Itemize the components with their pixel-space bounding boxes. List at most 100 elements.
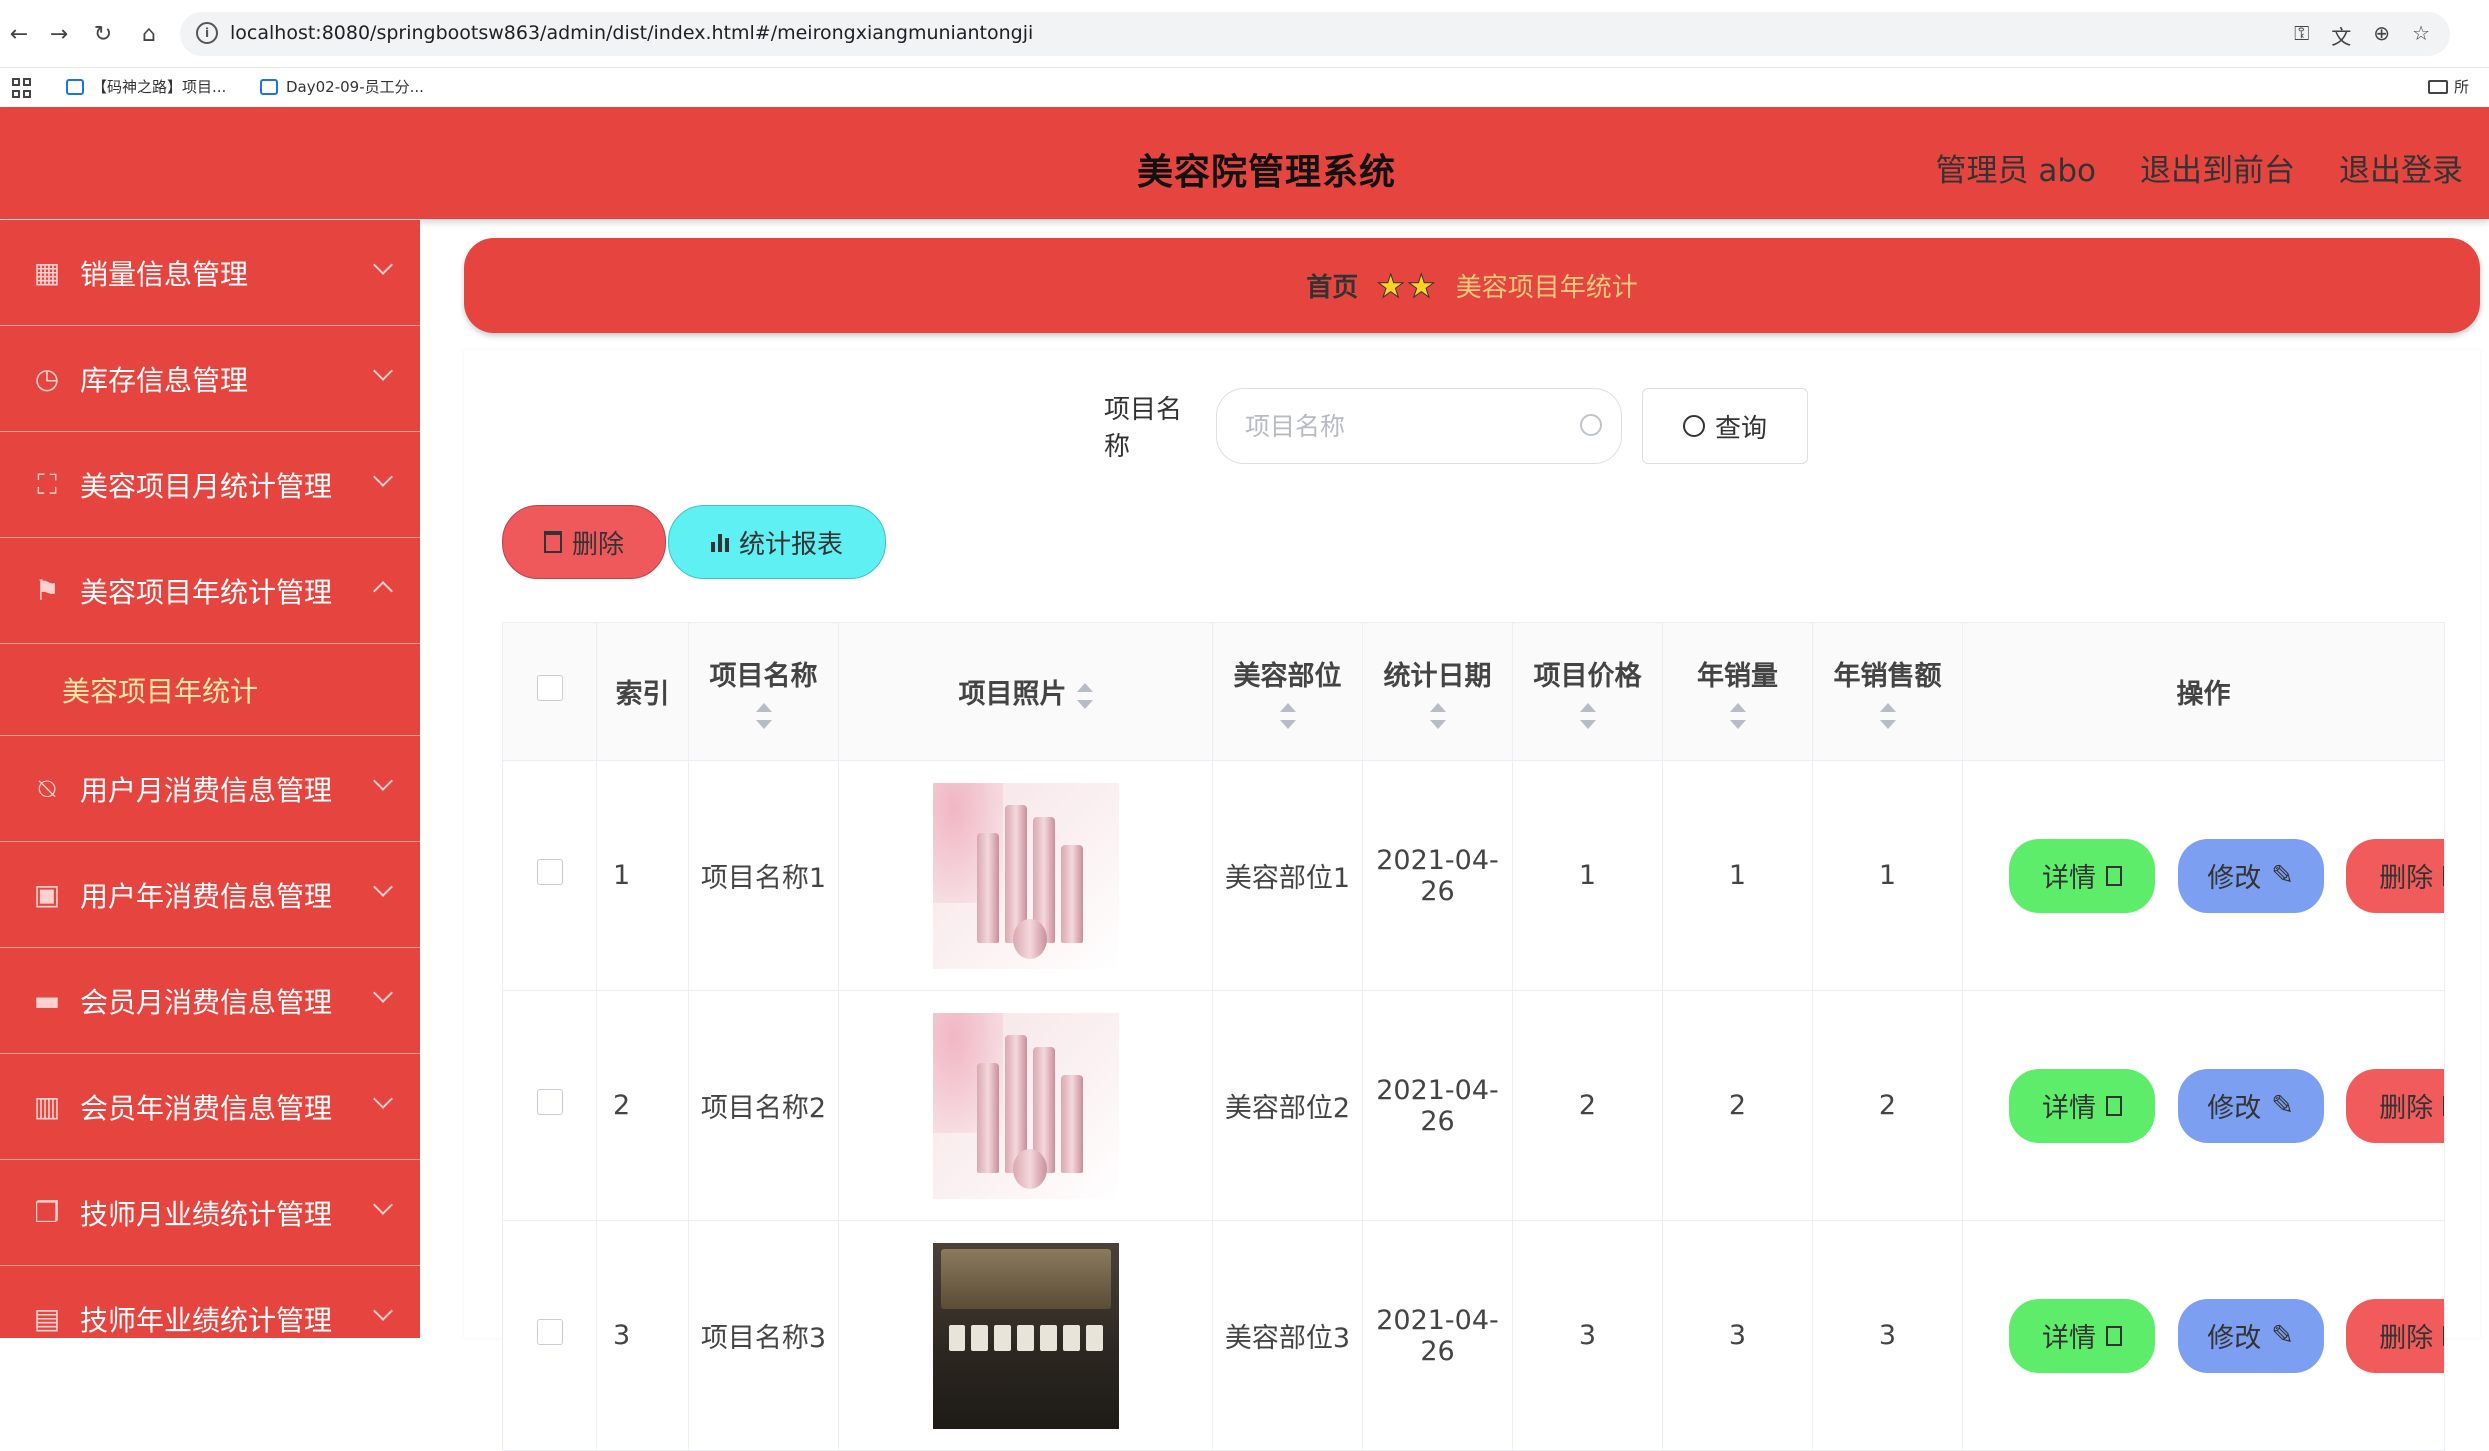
home-icon[interactable]: ⌂ — [134, 20, 164, 50]
product-photo[interactable] — [932, 1012, 1119, 1199]
grid-icon: ▦ — [33, 256, 61, 289]
apps-icon: ▣ — [33, 878, 61, 911]
cell-name: 项目名称3 — [688, 1220, 839, 1451]
column-header-photo[interactable]: 项目照片 — [838, 622, 1213, 761]
cell-photo — [838, 1220, 1213, 1451]
cell-part: 美容部位1 — [1212, 760, 1363, 991]
delete-button[interactable]: 删除 — [2346, 838, 2444, 913]
breadcrumb: 首页 ★★ 美容项目年统计 — [464, 238, 2480, 333]
url-text[interactable]: localhost:8080/springbootsw863/admin/dis… — [230, 22, 1033, 44]
column-header-date[interactable]: 统计日期 — [1362, 622, 1513, 761]
column-header-index: 索引 — [596, 622, 689, 761]
books-icon: ▥ — [33, 1090, 61, 1123]
exit-to-front-link[interactable]: 退出到前台 — [2140, 145, 2295, 190]
bilibili-icon — [66, 78, 84, 95]
search-icon — [1682, 415, 1705, 437]
pencil-icon: ✎ — [2271, 1090, 2294, 1121]
sort-icon[interactable] — [1729, 703, 1746, 729]
user-label[interactable]: 管理员 abo — [1936, 145, 2097, 190]
sidebar-item-annual-project[interactable]: ⚑ 美容项目年统计管理 — [0, 538, 420, 644]
edit-button[interactable]: 修改 ✎ — [2177, 1068, 2324, 1143]
sidebar-item-inventory[interactable]: ◷ 库存信息管理 — [0, 326, 420, 432]
breadcrumb-current: 美容项目年统计 — [1455, 273, 1638, 303]
bar-chart-icon — [710, 532, 729, 552]
document-icon — [2106, 1095, 2122, 1116]
sidebar-item-tech-annual[interactable]: ▤ 技师年业绩统计管理 — [0, 1266, 420, 1338]
sidebar-subitem-annual-stats[interactable]: 美容项目年统计 — [0, 644, 420, 736]
row-checkbox[interactable] — [536, 859, 563, 885]
frame-icon: ⛶ — [37, 467, 57, 501]
sort-icon[interactable] — [1076, 682, 1093, 709]
edit-button[interactable]: 修改 ✎ — [2177, 1298, 2324, 1373]
column-header-name[interactable]: 项目名称 — [688, 622, 839, 761]
back-icon[interactable]: ← — [4, 20, 34, 50]
search-icon — [1580, 414, 1602, 436]
detail-button[interactable]: 详情 — [2009, 838, 2155, 913]
chevron-down-icon — [373, 467, 393, 487]
chevron-down-icon — [373, 361, 393, 381]
column-header-part[interactable]: 美容部位 — [1212, 622, 1363, 761]
bookmark-1[interactable]: 【码神之路】项目... — [66, 76, 226, 97]
sort-icon[interactable] — [1879, 703, 1896, 729]
forward-icon[interactable]: → — [44, 20, 74, 50]
bookmark-2[interactable]: Day02-09-员工分... — [260, 76, 424, 97]
column-header-annual-sales[interactable]: 年销量 — [1662, 622, 1813, 761]
translate-icon[interactable]: 文 — [2331, 21, 2351, 50]
bookmarks-folder[interactable]: 所 — [2427, 76, 2469, 97]
key-icon[interactable]: ⚿ — [2294, 21, 2309, 50]
sidebar-item-monthly-project[interactable]: ⛶ 美容项目月统计管理 — [0, 432, 420, 538]
product-photo[interactable] — [932, 782, 1119, 969]
sidebar-item-sales[interactable]: ▦ 销量信息管理 — [0, 220, 420, 326]
cell-part: 美容部位2 — [1212, 990, 1363, 1221]
apps-icon[interactable] — [12, 78, 32, 98]
detail-button[interactable]: 详情 — [2009, 1068, 2155, 1143]
ticket-icon: ▬ — [33, 984, 61, 1017]
document-icon — [2106, 865, 2122, 886]
cell-index: 1 — [596, 760, 689, 991]
flag-icon: ⚑ — [34, 574, 60, 607]
sort-icon[interactable] — [1279, 703, 1296, 729]
stats-report-button[interactable]: 统计报表 — [668, 505, 886, 579]
delete-button[interactable]: 删除 — [2346, 1068, 2444, 1143]
reload-icon[interactable]: ↻ — [88, 20, 118, 50]
breadcrumb-home[interactable]: 首页 — [1306, 267, 1358, 304]
cell-annual-revenue: 3 — [1812, 1220, 1963, 1451]
content-panel: 项目名称 查询 删除 统计报表 索引 项目名称 项目照片 — [464, 350, 2480, 1451]
address-bar[interactable]: i localhost:8080/springbootsw863/admin/d… — [180, 12, 2450, 56]
site-info-icon[interactable]: i — [196, 22, 218, 44]
sort-icon[interactable] — [1579, 703, 1596, 729]
product-photo[interactable] — [932, 1242, 1119, 1429]
column-header-price[interactable]: 项目价格 — [1512, 622, 1663, 761]
edit-button[interactable]: 修改 ✎ — [2177, 838, 2324, 913]
sort-icon[interactable] — [1429, 703, 1446, 729]
select-all-checkbox[interactable] — [536, 675, 563, 701]
cell-annual-revenue: 2 — [1812, 990, 1963, 1221]
detail-button[interactable]: 详情 — [2009, 1298, 2155, 1373]
zoom-icon[interactable]: ⊕ — [2373, 21, 2390, 50]
sidebar-item-user-monthly[interactable]: ⍉ 用户月消费信息管理 — [0, 736, 420, 842]
search-input[interactable] — [1216, 388, 1622, 464]
chevron-down-icon — [373, 877, 393, 897]
bilibili-icon — [260, 78, 278, 95]
query-button[interactable]: 查询 — [1642, 388, 1808, 464]
folder-icon — [2427, 79, 2448, 94]
sidebar-item-tech-monthly[interactable]: ❐ 技师月业绩统计管理 — [0, 1160, 420, 1266]
chevron-down-icon — [373, 983, 393, 1003]
data-table: 索引 项目名称 项目照片 美容部位 统计日期 项目价格 年销量 年销售额 操作 … — [502, 622, 2445, 1451]
row-checkbox[interactable] — [536, 1319, 563, 1345]
sidebar-item-member-monthly[interactable]: ▬ 会员月消费信息管理 — [0, 948, 420, 1054]
cell-annual-sales: 1 — [1662, 760, 1813, 991]
batch-delete-button[interactable]: 删除 — [502, 505, 666, 579]
sidebar-item-member-annual[interactable]: ▥ 会员年消费信息管理 — [0, 1054, 420, 1160]
sidebar-item-user-annual[interactable]: ▣ 用户年消费信息管理 — [0, 842, 420, 948]
delete-button[interactable]: 删除 — [2346, 1298, 2444, 1373]
column-header-annual-revenue[interactable]: 年销售额 — [1812, 622, 1963, 761]
document-icon — [2106, 1325, 2122, 1346]
sort-icon[interactable] — [755, 703, 772, 729]
bell-off-icon: ⍉ — [38, 771, 56, 805]
logout-link[interactable]: 退出登录 — [2339, 145, 2463, 190]
briefcase-icon: ▤ — [33, 1302, 61, 1335]
row-checkbox[interactable] — [536, 1089, 563, 1115]
star-icon[interactable]: ☆ — [2412, 21, 2430, 50]
trash-icon — [543, 531, 562, 553]
